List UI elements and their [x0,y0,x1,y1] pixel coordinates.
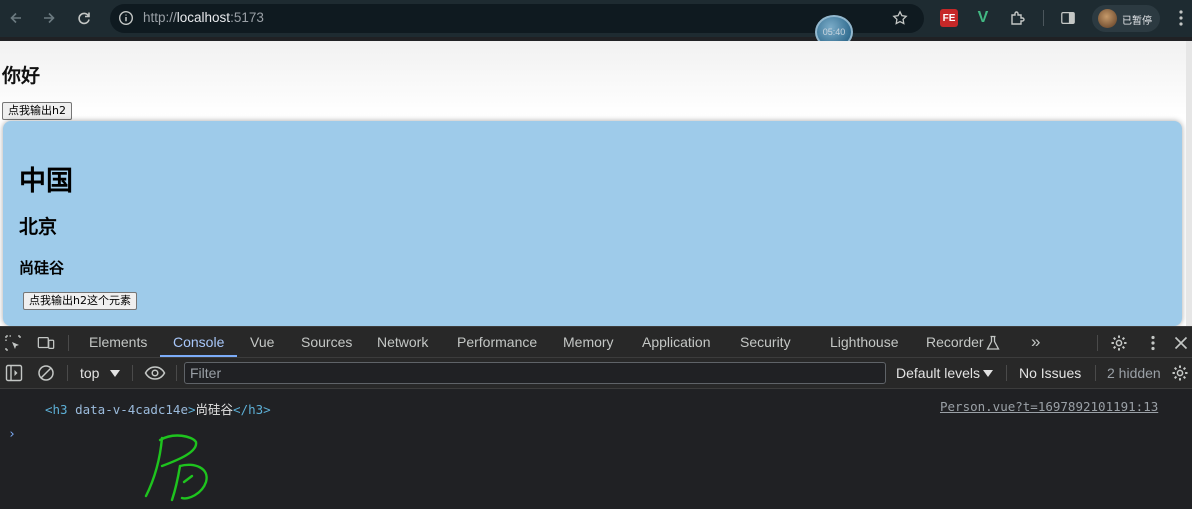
html-text-content: 尚硅谷 [195,402,234,417]
settings-gear-icon[interactable] [1110,334,1128,352]
web-page: 你好 点我输出h2 中国 北京 尚硅谷 点我输出h2这个元素 [0,41,1192,326]
greeting-heading: 你好 [2,65,41,87]
page-scrollbar[interactable] [1186,41,1192,326]
heading-china: 中国 [19,166,73,197]
tab-memory[interactable]: Memory [563,334,614,350]
html-attribute: data-v-4cadc14e [67,402,188,417]
inspect-element-icon[interactable] [4,334,22,352]
toolbar-divider [1006,365,1007,381]
source-link[interactable]: Person.vue?t=1697892101191:13 [940,399,1158,414]
profile-status-label: 已暂停 [1122,16,1152,27]
chevron-down-icon[interactable] [110,370,120,377]
tab-vue[interactable]: Vue [250,334,274,350]
clear-console-icon[interactable] [37,364,55,382]
tab-divider [68,335,69,351]
toolbar-divider [176,365,177,381]
tab-elements[interactable]: Elements [89,334,147,350]
person-component-card: 中国 北京 尚硅谷 点我输出h2这个元素 [3,121,1182,326]
toolbar-divider [132,365,133,381]
tab-security[interactable]: Security [740,334,791,350]
star-icon[interactable] [892,10,908,26]
output-h2-button[interactable]: 点我输出h2 [2,102,72,120]
profile-chip[interactable]: 已暂停 [1092,5,1160,32]
tab-application[interactable]: Application [642,334,711,350]
html-tag-end: > [188,402,196,417]
context-selector[interactable]: top [80,365,99,381]
chevron-down-icon[interactable] [983,370,993,377]
puzzle-icon[interactable] [1009,9,1027,27]
console-log-entry[interactable]: <h3 data-v-4cadc14e>尚硅谷</h3> [45,399,271,418]
console-prompt[interactable]: › [8,427,16,442]
toolbar-divider [67,365,68,381]
close-icon[interactable] [1172,334,1190,352]
sidebar-toggle-icon[interactable] [5,364,23,382]
tab-sources[interactable]: Sources [301,334,352,350]
avatar [1098,9,1117,28]
active-tab-underline [160,355,237,357]
address-bar[interactable]: http://localhost:5173 [110,4,924,33]
more-tabs-icon[interactable]: » [1031,332,1040,352]
browser-toolbar: http://localhost:5173 05:40 FE V 已暂停 [0,0,1192,49]
heading-company: 尚硅谷 [19,259,65,277]
side-panel-icon[interactable] [1059,9,1077,27]
hidden-count: 2 hidden [1107,365,1161,381]
eye-icon[interactable] [144,364,166,382]
devtools-kebab-icon[interactable] [1144,334,1162,352]
url-port: :5173 [230,10,264,25]
url-text: http://localhost:5173 [143,10,264,25]
tab-divider [1097,335,1098,351]
reload-icon[interactable] [72,6,96,30]
forward-arrow-icon[interactable] [37,6,61,30]
log-levels-dropdown[interactable]: Default levels [896,365,980,381]
info-icon[interactable] [118,10,134,26]
flask-icon [986,335,1000,350]
console-settings-gear-icon[interactable] [1171,364,1189,382]
tab-console[interactable]: Console [173,334,224,350]
vue-devtools-extension-icon[interactable]: V [974,9,992,27]
tab-lighthouse[interactable]: Lighthouse [830,334,899,350]
url-scheme: http:// [143,10,177,25]
output-h2-element-button[interactable]: 点我输出h2这个元素 [23,292,137,310]
handwritten-scribble [144,434,208,502]
kebab-menu-icon[interactable] [1175,9,1187,27]
device-toolbar-icon[interactable] [37,334,55,352]
back-arrow-icon[interactable] [4,6,28,30]
url-host: localhost [176,10,231,25]
tab-recorder[interactable]: Recorder [926,334,984,350]
heading-beijing: 北京 [19,216,58,238]
toolbar-divider [1043,10,1044,26]
tab-network[interactable]: Network [377,334,428,350]
html-close-tag: </h3> [233,402,271,417]
html-open-tag: <h3 [45,402,68,417]
toolbar-divider [1095,365,1096,381]
fe-extension-icon[interactable]: FE [940,9,958,27]
devtools-tab-bar: Elements Console Vue Sources Network Per… [0,326,1192,358]
console-toolbar: top Default levels No Issues 2 hidden [0,358,1192,389]
issues-button[interactable]: No Issues [1019,365,1081,381]
filter-input[interactable] [184,362,886,384]
tab-performance[interactable]: Performance [457,334,537,350]
